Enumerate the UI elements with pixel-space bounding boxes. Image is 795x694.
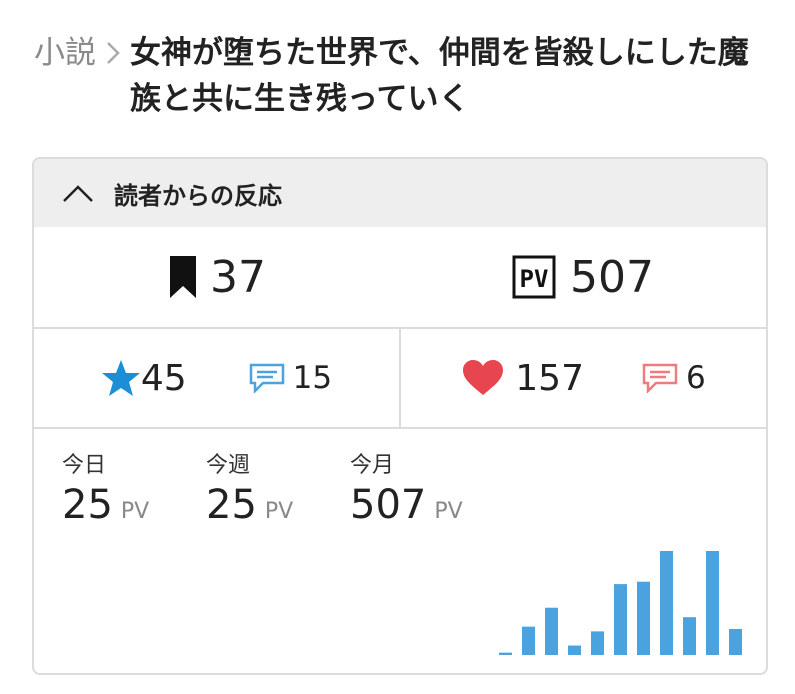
heart-value: 157	[515, 357, 584, 399]
pv-bar-chart	[499, 551, 742, 655]
star-icon	[101, 360, 140, 396]
stat-today: 今日 25 PV	[62, 451, 149, 529]
stat-today-label: 今日	[62, 453, 107, 478]
stat-today-unit: PV	[120, 499, 150, 524]
stat-week: 今週 25 PV	[206, 451, 293, 529]
stat-week-label: 今週	[206, 453, 251, 478]
stars-cell: 45 15	[34, 329, 401, 427]
chart-bar	[729, 629, 742, 655]
chart-bar	[591, 631, 604, 655]
chart-bar	[545, 607, 558, 655]
stat-month-unit: PV	[434, 499, 463, 524]
reactions-header-title: 読者からの反応	[114, 181, 282, 210]
pv-total-value: 507	[570, 251, 654, 303]
chart-bar	[637, 581, 650, 655]
stat-month: 今月 507 PV	[350, 451, 463, 529]
reactions-card: 読者からの反応 37 PV 507 45 15 157 6 今日 25 PV 今…	[32, 157, 768, 675]
heart-icon	[463, 360, 504, 395]
chevron-right-icon	[96, 30, 130, 76]
stat-month-value: 507	[350, 482, 427, 528]
chart-bar	[499, 652, 512, 655]
hearts-cell: 157 6	[401, 329, 766, 427]
totals-row: 37 PV 507	[34, 227, 766, 329]
pv-icon: PV	[512, 255, 556, 299]
chart-bar	[683, 617, 696, 655]
star-comments-value: 15	[292, 360, 333, 396]
chart-bar	[706, 551, 719, 655]
stat-today-value: 25	[62, 482, 113, 528]
pv-total: PV 507	[400, 227, 766, 327]
breadcrumb-category-link[interactable]: 小説	[34, 30, 96, 76]
star-value: 45	[140, 357, 187, 399]
chart-bar	[660, 551, 673, 655]
page-title[interactable]: 女神が堕ちた世界で、仲間を皆殺しにした魔族と共に生き残っていく	[130, 30, 770, 122]
bookmark-icon	[170, 256, 196, 298]
ratings-row: 45 15 157 6	[34, 329, 766, 429]
comment-icon	[249, 363, 284, 393]
chevron-up-icon	[63, 185, 93, 202]
stat-week-value: 25	[206, 482, 257, 528]
svg-text:PV: PV	[520, 265, 549, 293]
chart-bar	[522, 626, 535, 655]
reactions-header[interactable]: 読者からの反応	[34, 159, 766, 227]
chart-bar	[568, 645, 581, 655]
heart-comments-value: 6	[685, 360, 706, 396]
bookmark-count: 37	[34, 227, 400, 327]
comment-icon	[642, 363, 678, 393]
breadcrumb: 小説 女神が堕ちた世界で、仲間を皆殺しにした魔族と共に生き残っていく	[34, 30, 784, 122]
bookmark-value: 37	[210, 251, 266, 303]
stat-week-unit: PV	[264, 499, 294, 524]
chart-bar	[614, 584, 627, 655]
stat-month-label: 今月	[350, 453, 395, 478]
pv-stats: 今日 25 PV 今週 25 PV 今月 507 PV	[34, 429, 766, 673]
